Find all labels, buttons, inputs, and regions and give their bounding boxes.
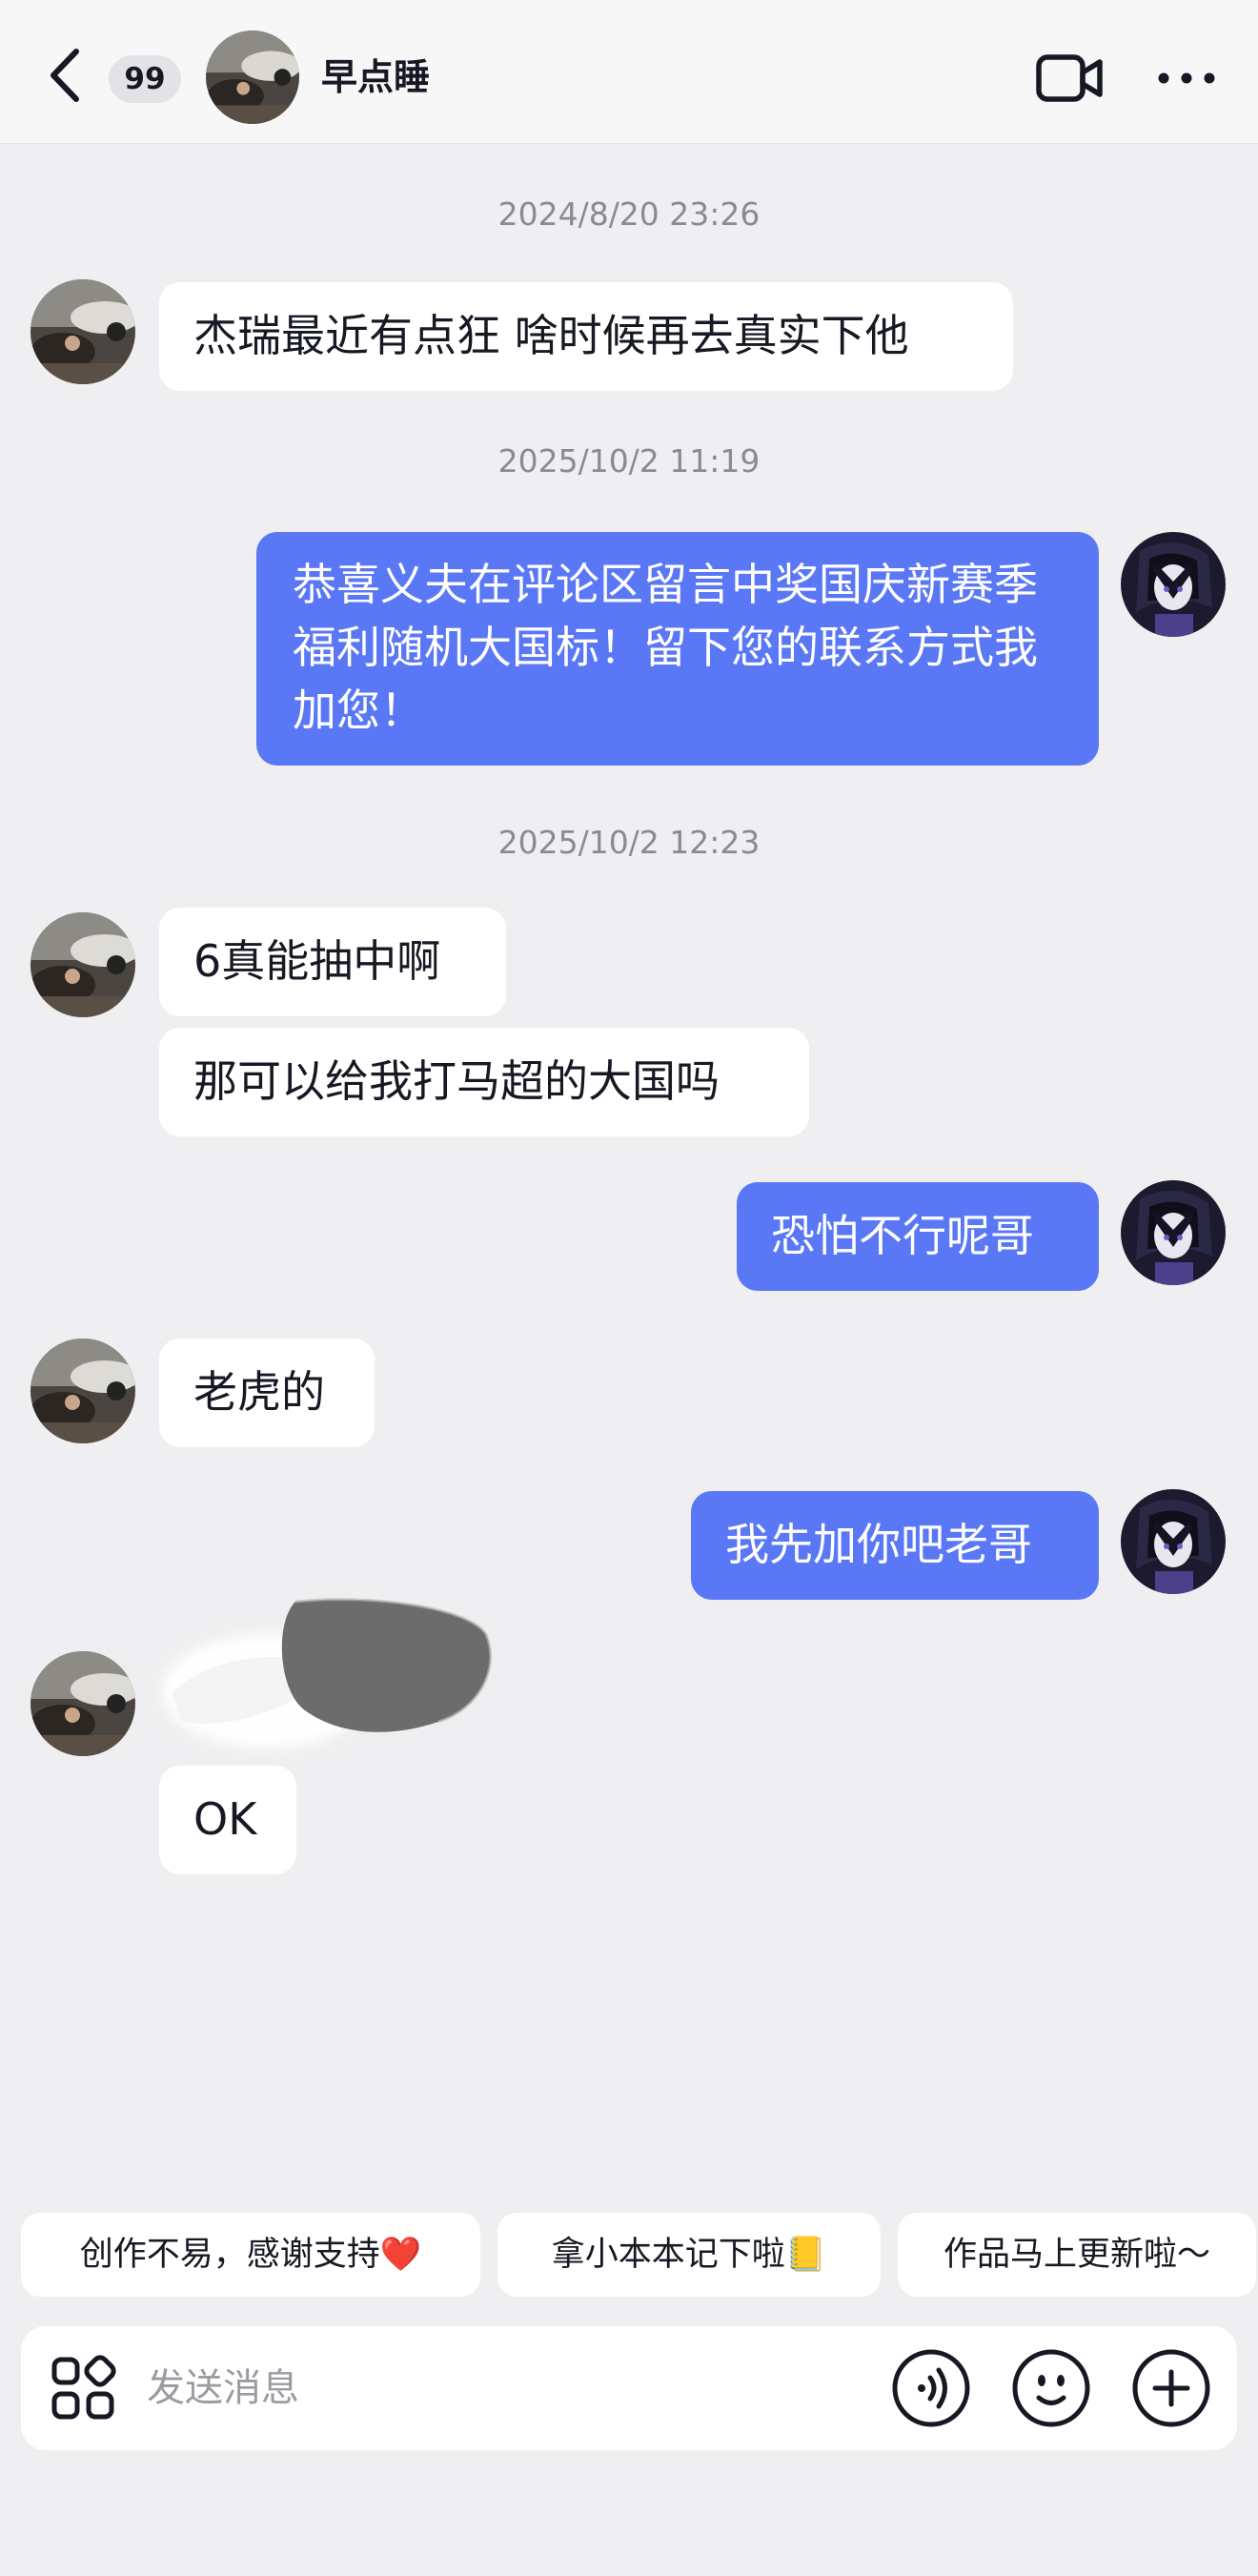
contact-avatar[interactable] — [30, 279, 135, 384]
apps-grid-icon[interactable] — [50, 2355, 118, 2423]
more-options-icon[interactable] — [1155, 57, 1218, 99]
contact-avatar[interactable] — [30, 1339, 135, 1443]
message-bubble-incoming[interactable]: 老虎的 — [159, 1339, 375, 1447]
contact-avatar[interactable] — [30, 1651, 135, 1756]
contact-avatar[interactable] — [206, 31, 299, 124]
timestamp: 2025/10/2 11:19 — [497, 442, 761, 480]
voice-icon[interactable] — [890, 2347, 972, 2429]
timestamp: 2024/8/20 23:26 — [497, 195, 761, 233]
video-call-icon[interactable] — [1035, 51, 1106, 105]
message-bubble-incoming[interactable]: 杰瑞最近有点狂 啥时候再去真实下他 — [159, 282, 1013, 391]
emoji-icon[interactable] — [1010, 2347, 1092, 2429]
redacted-scribble-image[interactable] — [152, 1588, 515, 1789]
quick-reply-chip[interactable]: 拿小本本记下啦📒 — [497, 2213, 881, 2297]
message-bubble-incoming[interactable]: OK — [159, 1766, 296, 1874]
timestamp: 2025/10/2 12:23 — [497, 824, 761, 861]
unread-count-badge[interactable]: 99 — [109, 55, 181, 103]
message-bubble-outgoing[interactable]: 恐怕不行呢哥 — [737, 1182, 1099, 1291]
user-avatar[interactable] — [1121, 1489, 1226, 1594]
message-bubble-incoming[interactable]: 那可以给我打马超的大国吗 — [159, 1028, 809, 1136]
message-bubble-outgoing[interactable]: 恭喜义夫在评论区留言中奖国庆新赛季福利随机大国标！留下您的联系方式我加您！ — [256, 532, 1099, 766]
chat-header: 99 早点睡 — [0, 0, 1258, 144]
plus-icon[interactable] — [1130, 2347, 1212, 2429]
message-bubble-outgoing[interactable]: 我先加你吧老哥 — [691, 1491, 1099, 1600]
quick-reply-chip[interactable]: 作品马上更新啦～ — [898, 2213, 1256, 2297]
message-composer — [21, 2326, 1237, 2450]
contact-name[interactable]: 早点睡 — [321, 51, 430, 103]
contact-avatar[interactable] — [30, 912, 135, 1017]
message-input[interactable] — [147, 2347, 871, 2429]
back-arrow-icon[interactable] — [36, 42, 93, 109]
quick-reply-chip[interactable]: 创作不易，感谢支持❤️ — [21, 2213, 480, 2297]
message-bubble-incoming[interactable]: 6真能抽中啊 — [159, 908, 506, 1016]
user-avatar[interactable] — [1121, 532, 1226, 637]
user-avatar[interactable] — [1121, 1180, 1226, 1285]
